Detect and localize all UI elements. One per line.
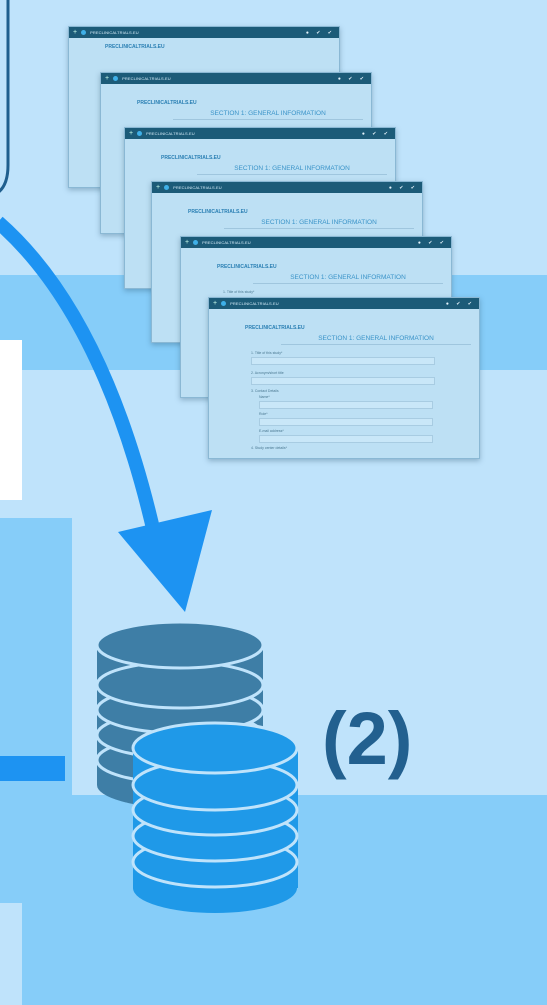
- database-stack: [95, 620, 299, 913]
- database-front-icon: [131, 721, 299, 913]
- step-label: (2): [322, 697, 413, 780]
